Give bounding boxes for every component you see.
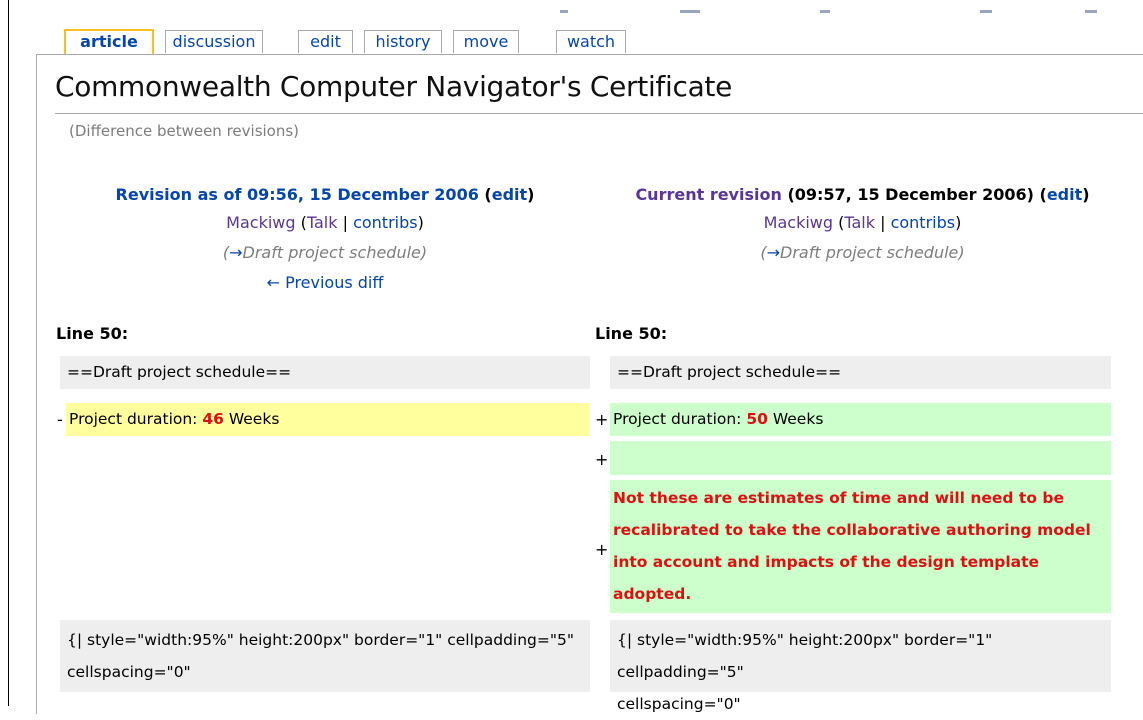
left-revision-link[interactable]: Revision as of 09:56, 15 December 2006 — [116, 185, 479, 204]
current-revision-link[interactable]: Current revision — [635, 185, 781, 204]
left-user-link[interactable]: Mackiwg — [226, 213, 295, 232]
separator: | — [342, 213, 348, 232]
right-user-link[interactable]: Mackiwg — [764, 213, 833, 232]
paren: ) — [958, 243, 965, 262]
paren: ) — [1082, 185, 1090, 204]
page-title: Commonwealth Computer Navigator's Certif… — [55, 70, 733, 103]
left-talk-link[interactable]: Talk — [307, 213, 338, 232]
tab-baseline — [36, 54, 1143, 55]
right-revision-date: (09:57, 15 December 2006) — [787, 185, 1034, 204]
added-paragraph-line: adopted. — [613, 585, 692, 603]
tab-history[interactable]: history — [364, 30, 442, 53]
page-subtitle: (Difference between revisions) — [69, 122, 300, 140]
deletion-marker: - — [57, 410, 63, 429]
content-left-border — [36, 54, 37, 714]
right-context-line: ==Draft project schedule== — [610, 356, 1111, 389]
right-line-number: Line 50: — [595, 324, 668, 343]
added-paragraph: Not these are estimates of time and will… — [610, 480, 1111, 613]
window-left-border — [8, 0, 9, 706]
added-text: Project duration: — [613, 410, 747, 428]
right-contribs-link[interactable]: contribs — [891, 213, 956, 232]
paren: ) — [417, 213, 424, 232]
added-paragraph-line: into account and impacts of the design t… — [613, 553, 1040, 571]
right-talk-link[interactable]: Talk — [844, 213, 875, 232]
tab-discussion[interactable]: discussion — [165, 30, 263, 53]
deleted-line: Project duration: 46 Weeks — [66, 403, 590, 436]
right-edit-summary: Draft project schedule — [780, 243, 959, 262]
separator: | — [880, 213, 886, 232]
added-value: 50 — [746, 410, 768, 428]
previous-diff-link[interactable]: ← Previous diff — [267, 273, 384, 292]
tab-watch[interactable]: watch — [556, 30, 626, 53]
paren: ( — [1039, 185, 1047, 204]
paren: ) — [420, 243, 428, 262]
paren: ( — [484, 185, 492, 204]
paren: ) — [955, 213, 962, 232]
left-line-number: Line 50: — [56, 324, 129, 343]
left-revision-header: Revision as of 09:56, 15 December 2006 (… — [60, 182, 590, 298]
right-summary-arrow-link[interactable]: → — [767, 243, 780, 262]
left-contribs-link[interactable]: contribs — [353, 213, 418, 232]
tab-edit[interactable]: edit — [298, 30, 353, 53]
right-context-line-2: {| style="width:95%" height:200px" borde… — [610, 620, 1111, 713]
added-paragraph-line: Not these are estimates of time and will… — [613, 489, 1064, 507]
deleted-text: Project duration: — [69, 410, 203, 428]
added-text: Weeks — [767, 410, 824, 428]
context-text: {| style="width:95%" height:200px" borde… — [617, 631, 993, 681]
added-paragraph-line: recalibrated to take the collaborative a… — [613, 521, 1091, 539]
left-context-line-2: {| style="width:95%" height:200px" borde… — [60, 620, 590, 692]
top-links-strip — [560, 10, 1100, 14]
right-revision-header: Current revision (09:57, 15 December 200… — [590, 182, 1135, 268]
added-line: Project duration: 50 Weeks — [610, 403, 1111, 436]
right-edit-link[interactable]: edit — [1047, 185, 1082, 204]
deleted-text: Weeks — [223, 410, 280, 428]
left-context-line: ==Draft project schedule== — [60, 356, 590, 389]
added-empty-line — [610, 441, 1111, 475]
left-edit-summary: Draft project schedule — [242, 243, 421, 262]
title-divider — [55, 113, 1143, 114]
context-text: cellspacing="0" — [617, 695, 741, 713]
tab-move[interactable]: move — [453, 30, 519, 53]
deleted-value: 46 — [202, 410, 224, 428]
addition-marker: + — [595, 410, 609, 429]
addition-marker: + — [595, 540, 609, 559]
addition-marker: + — [595, 450, 609, 469]
paren: ) — [527, 185, 535, 204]
context-text: {| style="width:95%" height:200px" borde… — [67, 631, 574, 649]
left-edit-link[interactable]: edit — [492, 185, 527, 204]
tab-article[interactable]: article — [64, 29, 154, 54]
left-summary-arrow-link[interactable]: → — [229, 243, 242, 262]
context-text: cellspacing="0" — [67, 663, 191, 681]
